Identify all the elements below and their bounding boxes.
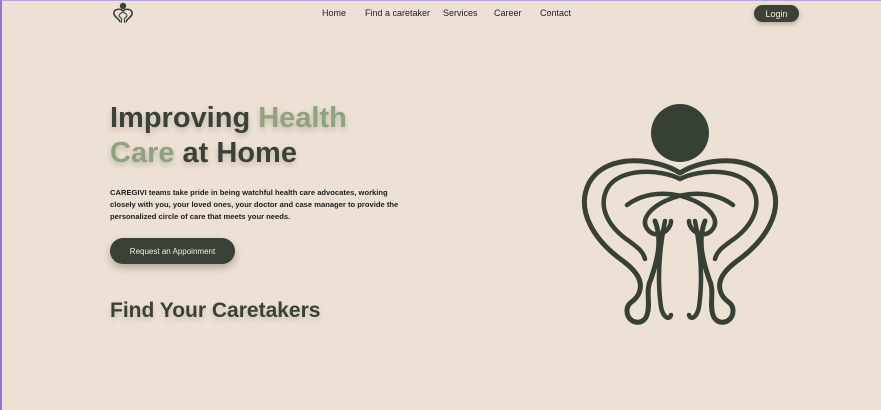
caregiver-embrace-illustration — [577, 101, 787, 331]
nav-link-contact[interactable]: Contact — [540, 8, 571, 18]
login-button[interactable]: Login — [754, 5, 799, 22]
request-appointment-button[interactable]: Request an Appoinment — [110, 238, 235, 264]
find-caretakers-heading: Find Your Caretakers — [110, 299, 321, 322]
figure-head — [651, 104, 709, 162]
nav-link-find-caretaker[interactable]: Find a caretaker — [365, 8, 430, 18]
main-nav: Home Find a caretaker Services Career Co… — [2, 8, 881, 20]
hero-title-part2: at Home — [174, 137, 297, 169]
hero-description: CAREGIVI teams take pride in being watch… — [110, 188, 399, 221]
hero-title-part1: Improving — [110, 102, 259, 134]
nav-link-home[interactable]: Home — [322, 8, 346, 18]
hero-title: Improving Health Care at Home — [110, 101, 410, 171]
nav-link-career[interactable]: Career — [494, 8, 522, 18]
nav-link-services[interactable]: Services — [443, 8, 478, 18]
